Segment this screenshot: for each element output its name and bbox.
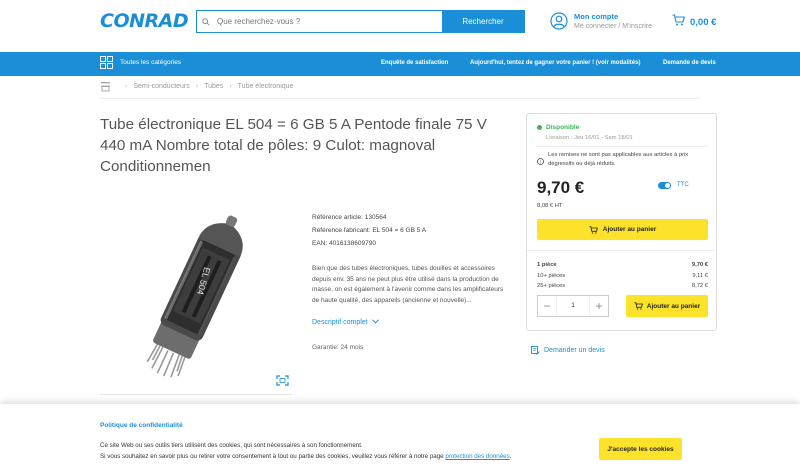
cookie-title: Politique de confidentialité: [100, 422, 183, 429]
all-categories-label: Toutes les catégories: [120, 59, 182, 66]
product-specs: Référence article: 130564 Référence fabr…: [312, 211, 426, 250]
tier-price: 9,70 €: [691, 262, 708, 268]
search-input[interactable]: [215, 11, 442, 32]
price-tiers: 1 pièce 9,70 € 10+ pièces 9,11 € 25+ piè…: [537, 262, 708, 294]
breadcrumb-item[interactable]: Tubes: [204, 83, 223, 90]
cart-icon: [672, 13, 686, 31]
quote-icon: [531, 346, 540, 355]
ttc-toggle-label: TTC: [677, 182, 689, 188]
breadcrumb-item[interactable]: Semi-conducteurs: [133, 83, 189, 90]
buybox-divider: [537, 146, 708, 147]
cart-amount: 0,00 €: [690, 16, 717, 28]
account-login-link[interactable]: Me connecter / M'inscrire: [574, 23, 652, 30]
price-tier: 1 pièce 9,70 €: [537, 262, 708, 273]
breadcrumb: › Semi-conducteurs › Tubes › Tube électr…: [100, 81, 293, 92]
discount-notice-text: Les remises ne sont pas applicables aux …: [548, 152, 689, 167]
account-text: Mon compte Me connecter / M'inscrire: [574, 12, 652, 30]
search-bar: Rechercher: [196, 10, 525, 33]
discount-notice: ! Les remises ne sont pas applicables au…: [537, 151, 708, 168]
breadcrumb-separator: ›: [125, 83, 128, 90]
tier-qty: 25+ pièces: [537, 283, 566, 289]
expand-image-icon[interactable]: [276, 373, 289, 386]
availability-dot-icon: [537, 125, 542, 130]
breadcrumb-separator: ›: [195, 83, 199, 90]
privacy-policy-link[interactable]: protection des données: [445, 453, 509, 460]
account-title: Mon compte: [574, 12, 619, 21]
guarantee-text: Garantie: 24 mois: [312, 344, 364, 351]
product-title: Tube électronique EL 504 = 6 GB 5 A Pent…: [100, 116, 487, 175]
search-button[interactable]: Rechercher: [442, 11, 524, 32]
grid-icon: [100, 56, 113, 69]
product-description: Bien que des tubes électroniques, tubes …: [312, 265, 504, 304]
nav-link-quote[interactable]: Demande de devis: [663, 60, 716, 66]
spec-ean: EAN: 4016138609790: [312, 240, 376, 247]
tier-qty: 1 pièce: [537, 262, 557, 268]
all-categories-menu[interactable]: Toutes les catégories: [100, 56, 181, 69]
add-to-cart-label: Ajouter au panier: [602, 226, 657, 233]
request-quote-link[interactable]: Demander un devis: [531, 346, 605, 355]
cookie-line-2-end: .: [509, 453, 512, 460]
tier-price: 8,72 €: [691, 283, 708, 289]
cart-icon: [634, 302, 643, 310]
image-divider: [100, 394, 292, 395]
product-image[interactable]: EL 504: [100, 205, 295, 395]
full-description-link[interactable]: Descriptif complet: [312, 319, 379, 326]
price-tier: 10+ pièces 9,11 €: [537, 273, 708, 284]
cookie-line-2-text: Si vous souhaitez en savoir plus ou reti…: [100, 453, 444, 460]
site-header: CONRAD Rechercher Mon compte Me connecte…: [0, 0, 800, 52]
spec-manufacturer-ref: Référence fabricant: EL 504 = 6 GB 5 A: [312, 227, 427, 234]
price-tier: 25+ pièces 8,72 €: [537, 283, 708, 294]
toggle-knob: [665, 183, 670, 188]
full-description-label: Descriptif complet: [312, 319, 368, 326]
request-quote-label: Demander un devis: [544, 347, 605, 354]
home-icon[interactable]: [100, 81, 111, 92]
cart-icon: [589, 225, 598, 234]
cookie-text: Ce site Web ou ses outils tiers utilisen…: [100, 440, 580, 462]
nav-link-survey[interactable]: Enquête de satisfaction: [381, 60, 448, 66]
tier-price: 9,11 €: [692, 272, 708, 279]
search-icon: [197, 11, 215, 32]
logo-text: CONRAD: [100, 10, 189, 32]
buybox-divider: [527, 250, 716, 251]
buy-box: Disponible Livraison : Jeu 16/01 - Sam 1…: [526, 113, 717, 331]
cookie-line-2: Si vous souhaitez en savoir plus ou reti…: [100, 451, 580, 462]
chevron-down-icon: [371, 319, 379, 326]
cookie-line-1: Ce site Web ou ses outils tiers utilisen…: [100, 442, 363, 449]
price-ttc: 9,70 €: [537, 178, 585, 197]
spec-article-number: Référence article: 130564: [312, 214, 387, 221]
user-icon: [550, 12, 568, 30]
main-navigation: Toutes les catégories Enquête de satisfa…: [0, 52, 800, 76]
tier-qty: 10+ pièces: [537, 272, 566, 279]
breadcrumb-separator: ›: [229, 83, 232, 90]
add-to-cart-label: Ajouter au panier: [646, 302, 701, 310]
conrad-logo[interactable]: CONRAD: [100, 10, 189, 32]
info-icon: !: [537, 152, 544, 165]
svg-text:!: !: [540, 159, 541, 164]
breadcrumb-item[interactable]: Tube électronique: [238, 83, 294, 90]
breadcrumb-divider: [100, 98, 700, 99]
cart-link[interactable]: 0,00 €: [672, 13, 716, 31]
decrease-quantity-button[interactable]: −: [538, 296, 556, 316]
delivery-estimate: Livraison : Jeu 16/01 - Sam 18/01: [546, 135, 633, 141]
price-ht: 8,08 € HT: [537, 203, 563, 209]
account-link[interactable]: Mon compte Me connecter / M'inscrire: [550, 12, 652, 30]
availability: Disponible: [537, 124, 579, 131]
increase-quantity-button[interactable]: +: [590, 296, 608, 316]
add-to-cart-quantity-button[interactable]: Ajouter au panier: [626, 295, 708, 317]
cookie-banner: Politique de confidentialité Ce site Web…: [0, 404, 800, 471]
quantity-input[interactable]: 1: [556, 296, 590, 316]
add-to-cart-button[interactable]: Ajouter au panier: [537, 219, 708, 240]
nav-link-contest[interactable]: Aujourd'hui, tentez de gagner votre pani…: [470, 60, 640, 66]
ttc-toggle[interactable]: [658, 182, 671, 189]
quantity-stepper: − 1 +: [537, 295, 609, 317]
accept-cookies-button[interactable]: J'accepte les cookies: [599, 438, 682, 460]
availability-text: Disponible: [546, 124, 580, 131]
